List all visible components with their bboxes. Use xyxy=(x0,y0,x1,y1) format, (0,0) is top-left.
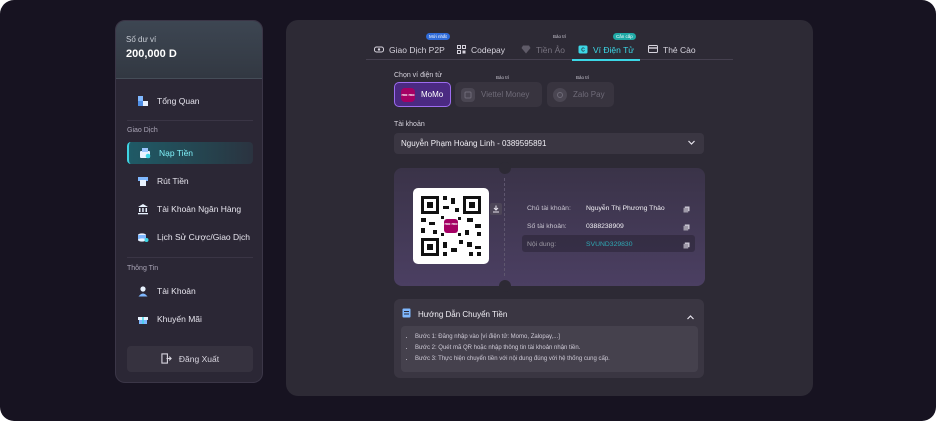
wallet-viettel-money[interactable]: Viettel Money Bảo trì xyxy=(455,75,542,107)
account-select-value: Nguyễn Phạm Hoàng Linh - 0389595891 xyxy=(401,139,547,148)
chevron-down-icon xyxy=(687,138,696,149)
sidebar-item-withdraw[interactable]: Rút Tiền xyxy=(127,170,253,192)
account-number-label: Số tài khoản: xyxy=(527,223,567,230)
copy-icon[interactable] xyxy=(683,242,690,249)
card-icon xyxy=(648,45,658,55)
content-highlight xyxy=(522,235,695,252)
wallet-label: MoMo xyxy=(421,90,444,99)
history-icon xyxy=(137,231,149,243)
sidebar-item-history[interactable]: Lịch Sử Cược/Giao Dịch xyxy=(127,226,253,248)
sidebar-item-label: Lịch Sử Cược/Giao Dịch xyxy=(157,232,251,242)
zalo-pay-icon xyxy=(553,87,567,102)
maintenance-badge: Bảo trì xyxy=(496,75,510,80)
holder-value: Nguyễn Thị Phương Thảo xyxy=(586,205,665,212)
sidebar-item-overview[interactable]: Tổng Quan xyxy=(127,90,253,112)
gift-icon xyxy=(137,313,149,325)
chevron-up-icon[interactable] xyxy=(686,309,695,327)
guide-header[interactable]: Hướng Dẫn Chuyển Tiền xyxy=(402,308,507,320)
p2p-icon xyxy=(374,45,384,56)
divider xyxy=(127,257,253,258)
bank-icon xyxy=(137,203,149,215)
document-icon xyxy=(402,308,411,320)
momo-logo: mo mo xyxy=(444,221,458,226)
account-number-row: Số tài khoản: 0388238909 xyxy=(527,223,624,230)
wallet-label: Viettel Money xyxy=(481,90,530,99)
wallet-zalo-pay[interactable]: Zalo Pay Bảo trì xyxy=(547,75,614,107)
balance-label: Số dư ví xyxy=(126,35,157,44)
tab-crypto[interactable]: Tiền Ảo Bảo trì xyxy=(521,34,566,60)
app-frame: Số dư ví 200,000 D Tổng Quan Giao Dịch N… xyxy=(0,0,936,421)
copy-icon[interactable] xyxy=(683,224,690,231)
tab-card[interactable]: Thẻ Cào xyxy=(648,40,696,60)
withdraw-icon xyxy=(137,175,149,187)
momo-logo: mo mo xyxy=(401,87,415,102)
sidebar-item-label: Tổng Quan xyxy=(157,96,200,106)
sidebar-item-label: Rút Tiền xyxy=(157,176,189,186)
sidebar: Số dư ví 200,000 D Tổng Quan Giao Dịch N… xyxy=(115,20,263,383)
wallet-momo[interactable]: mo mo MoMo xyxy=(394,82,451,107)
logout-button[interactable]: Đăng Xuất xyxy=(127,346,253,372)
wallet-section-label: Chọn ví điện tử xyxy=(394,72,442,79)
qr-code: mo mo xyxy=(413,188,489,264)
sidebar-item-account[interactable]: Tài Khoản xyxy=(127,280,253,302)
qr-code-icon xyxy=(457,44,466,56)
tab-p2p[interactable]: Giao Dịch P2P Mới nhất xyxy=(374,33,450,60)
maintenance-badge: Bảo trì xyxy=(576,75,590,80)
balance-value: 200,000 D xyxy=(126,48,177,60)
balance-card: Số dư ví 200,000 D xyxy=(116,21,262,79)
tab-bar: Giao Dịch P2P Mới nhất Codepay Tiền Ảo B… xyxy=(366,33,733,61)
upgrade-badge: Cân cấp xyxy=(613,33,636,40)
group-label-trade: Giao Dịch xyxy=(127,127,158,134)
sidebar-item-label: Tài Khoản Ngân Hàng xyxy=(157,204,242,214)
tab-codepay[interactable]: Codepay xyxy=(457,40,505,60)
payment-ticket: mo mo Chủ tài khoản: Nguyễn Thị Phương T… xyxy=(394,162,705,292)
group-label-info: Thông Tin xyxy=(127,265,159,272)
holder-row: Chủ tài khoản: Nguyễn Thị Phương Thảo xyxy=(527,205,665,212)
account-label: Tài khoản xyxy=(394,121,425,128)
divider xyxy=(504,178,505,276)
sidebar-item-promotion[interactable]: Khuyến Mãi xyxy=(127,308,253,330)
sidebar-item-bank-account[interactable]: Tài Khoản Ngân Hàng xyxy=(127,198,253,220)
svg-text:C: C xyxy=(581,47,585,53)
maintenance-badge: Bảo trì xyxy=(553,34,567,39)
account-select[interactable]: Nguyễn Phạm Hoàng Linh - 0389595891 xyxy=(394,133,704,154)
guide-step: Bước 3: Thực hiện chuyển tiền với nội du… xyxy=(415,354,698,365)
guide-step: Bước 1: Đăng nhập vào [ví điện tử: Momo,… xyxy=(415,332,698,343)
download-icon[interactable] xyxy=(490,203,502,215)
diamond-icon xyxy=(521,45,531,56)
transfer-guide: Hướng Dẫn Chuyển Tiền Bước 1: Đăng nhập … xyxy=(394,299,704,378)
wallet-label: Zalo Pay xyxy=(573,90,605,99)
new-badge: Mới nhất xyxy=(426,33,450,40)
holder-label: Chủ tài khoản: xyxy=(527,205,571,212)
tab-e-wallet[interactable]: C Ví Điện Tử Cân cấp xyxy=(572,33,640,61)
tab-label: Ví Điện Tử xyxy=(593,45,634,55)
overview-icon xyxy=(137,95,149,107)
tab-label: Giao Dịch P2P xyxy=(389,45,445,55)
deposit-panel: Giao Dịch P2P Mới nhất Codepay Tiền Ảo B… xyxy=(286,20,813,396)
sidebar-item-label: Tài Khoản xyxy=(157,286,196,296)
sidebar-item-label: Nạp Tiền xyxy=(159,148,194,158)
logout-icon xyxy=(161,352,172,366)
guide-step: Bước 2: Quét mã QR hoặc nhập thông tin t… xyxy=(415,343,698,354)
guide-steps: Bước 1: Đăng nhập vào [ví điện tử: Momo,… xyxy=(401,326,698,372)
sidebar-item-deposit[interactable]: Nạp Tiền xyxy=(127,142,253,164)
e-wallet-icon: C xyxy=(578,45,588,56)
sidebar-item-label: Khuyến Mãi xyxy=(157,314,202,324)
tab-label: Thẻ Cào xyxy=(663,45,696,55)
user-icon xyxy=(137,285,149,297)
logout-label: Đăng Xuất xyxy=(178,354,220,364)
account-number-value: 0388238909 xyxy=(586,223,624,230)
guide-title: Hướng Dẫn Chuyển Tiền xyxy=(418,309,508,319)
tab-label: Tiền Ảo xyxy=(536,45,565,55)
viettel-money-icon xyxy=(461,87,475,102)
divider xyxy=(127,120,253,121)
deposit-icon xyxy=(139,147,151,159)
tab-label: Codepay xyxy=(471,45,506,55)
copy-icon[interactable] xyxy=(683,206,690,213)
